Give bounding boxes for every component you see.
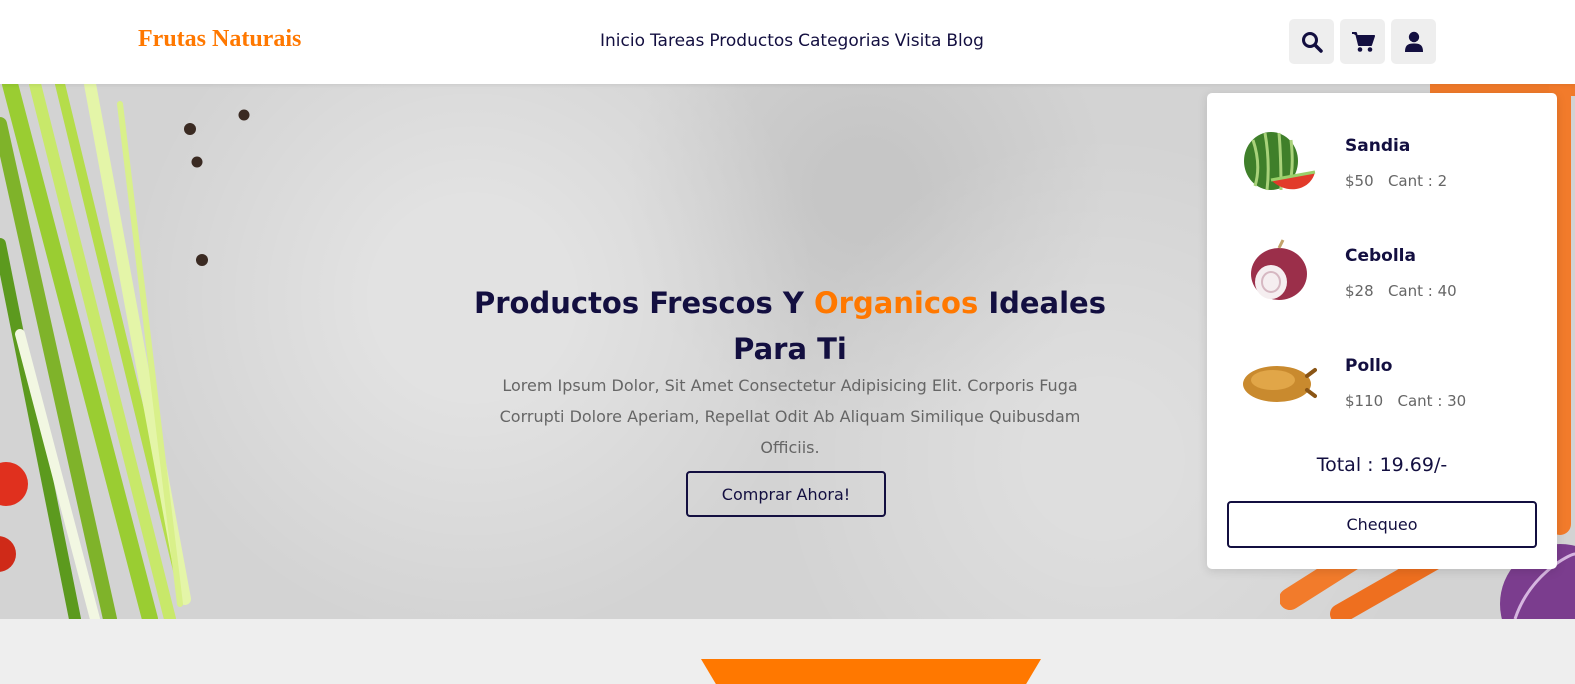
cart-dropdown: Sandia $50 Cant : 2 Cebolla $28 Cant : 4… [1207, 93, 1557, 569]
brand-logo[interactable]: Frutas Naturais [138, 26, 301, 53]
watermelon-image [1244, 132, 1316, 191]
search-button[interactable] [1289, 19, 1334, 64]
nav-item-inicio[interactable]: Inicio [600, 31, 645, 51]
cart-item-price: $50 [1345, 172, 1374, 190]
hero-title: Productos Frescos Y Organicos Ideales Pa… [440, 280, 1140, 372]
cart-item-price: $28 [1345, 282, 1374, 300]
cart-item-meta: $50 Cant : 2 [1345, 172, 1447, 190]
cart-item-name: Cebolla [1345, 246, 1416, 266]
nav-item-visita[interactable]: Visita [895, 31, 942, 51]
nav-item-productos[interactable]: Productos [709, 31, 793, 51]
cart-item-name: Sandia [1345, 136, 1411, 156]
buy-now-button[interactable]: Comprar Ahora! [686, 471, 886, 517]
section-heading-banner [701, 659, 1041, 684]
main-nav: Inicio Tareas Productos Categorias Visit… [600, 31, 984, 51]
cart-item-name: Pollo [1345, 356, 1393, 376]
cart-icon [1351, 31, 1375, 52]
cart-item-meta: $28 Cant : 40 [1345, 282, 1457, 300]
roast-chicken-image [1243, 366, 1317, 402]
user-icon [1404, 31, 1423, 52]
nav-item-blog[interactable]: Blog [946, 31, 984, 51]
header: Frutas Naturais Inicio Tareas Productos … [0, 0, 1575, 84]
search-icon [1301, 31, 1323, 53]
cart-button[interactable] [1340, 19, 1385, 64]
cart-item: Pollo $110 Cant : 30 [1237, 348, 1537, 428]
checkout-button[interactable]: Chequeo [1227, 501, 1537, 548]
cart-item-price: $110 [1345, 392, 1384, 410]
cart-item: Sandia $50 Cant : 2 [1237, 128, 1537, 208]
cart-item-qty: Cant : 40 [1387, 282, 1457, 300]
next-section [0, 619, 1575, 684]
header-icons [1289, 19, 1436, 64]
hero-title-part1: Productos Frescos Y [474, 286, 814, 320]
green-onions-image [0, 84, 191, 619]
peppercorns-image [184, 109, 250, 266]
cart-item-qty: Cant : 2 [1387, 172, 1448, 190]
cart-item-qty: Cant : 30 [1397, 392, 1467, 410]
hero-title-accent: Organicos [813, 286, 979, 320]
cart-item-meta: $110 Cant : 30 [1345, 392, 1466, 410]
onion-image [1251, 239, 1307, 300]
hero-description: Lorem Ipsum Dolor, Sit Amet Consectetur … [499, 376, 1081, 457]
user-button[interactable] [1391, 19, 1436, 64]
nav-item-tareas[interactable]: Tareas [650, 31, 704, 51]
cart-item: Cebolla $28 Cant : 40 [1237, 238, 1537, 318]
nav-item-categorias[interactable]: Categorias [798, 31, 890, 51]
cart-total: Total : 19.69/- [1316, 454, 1448, 476]
